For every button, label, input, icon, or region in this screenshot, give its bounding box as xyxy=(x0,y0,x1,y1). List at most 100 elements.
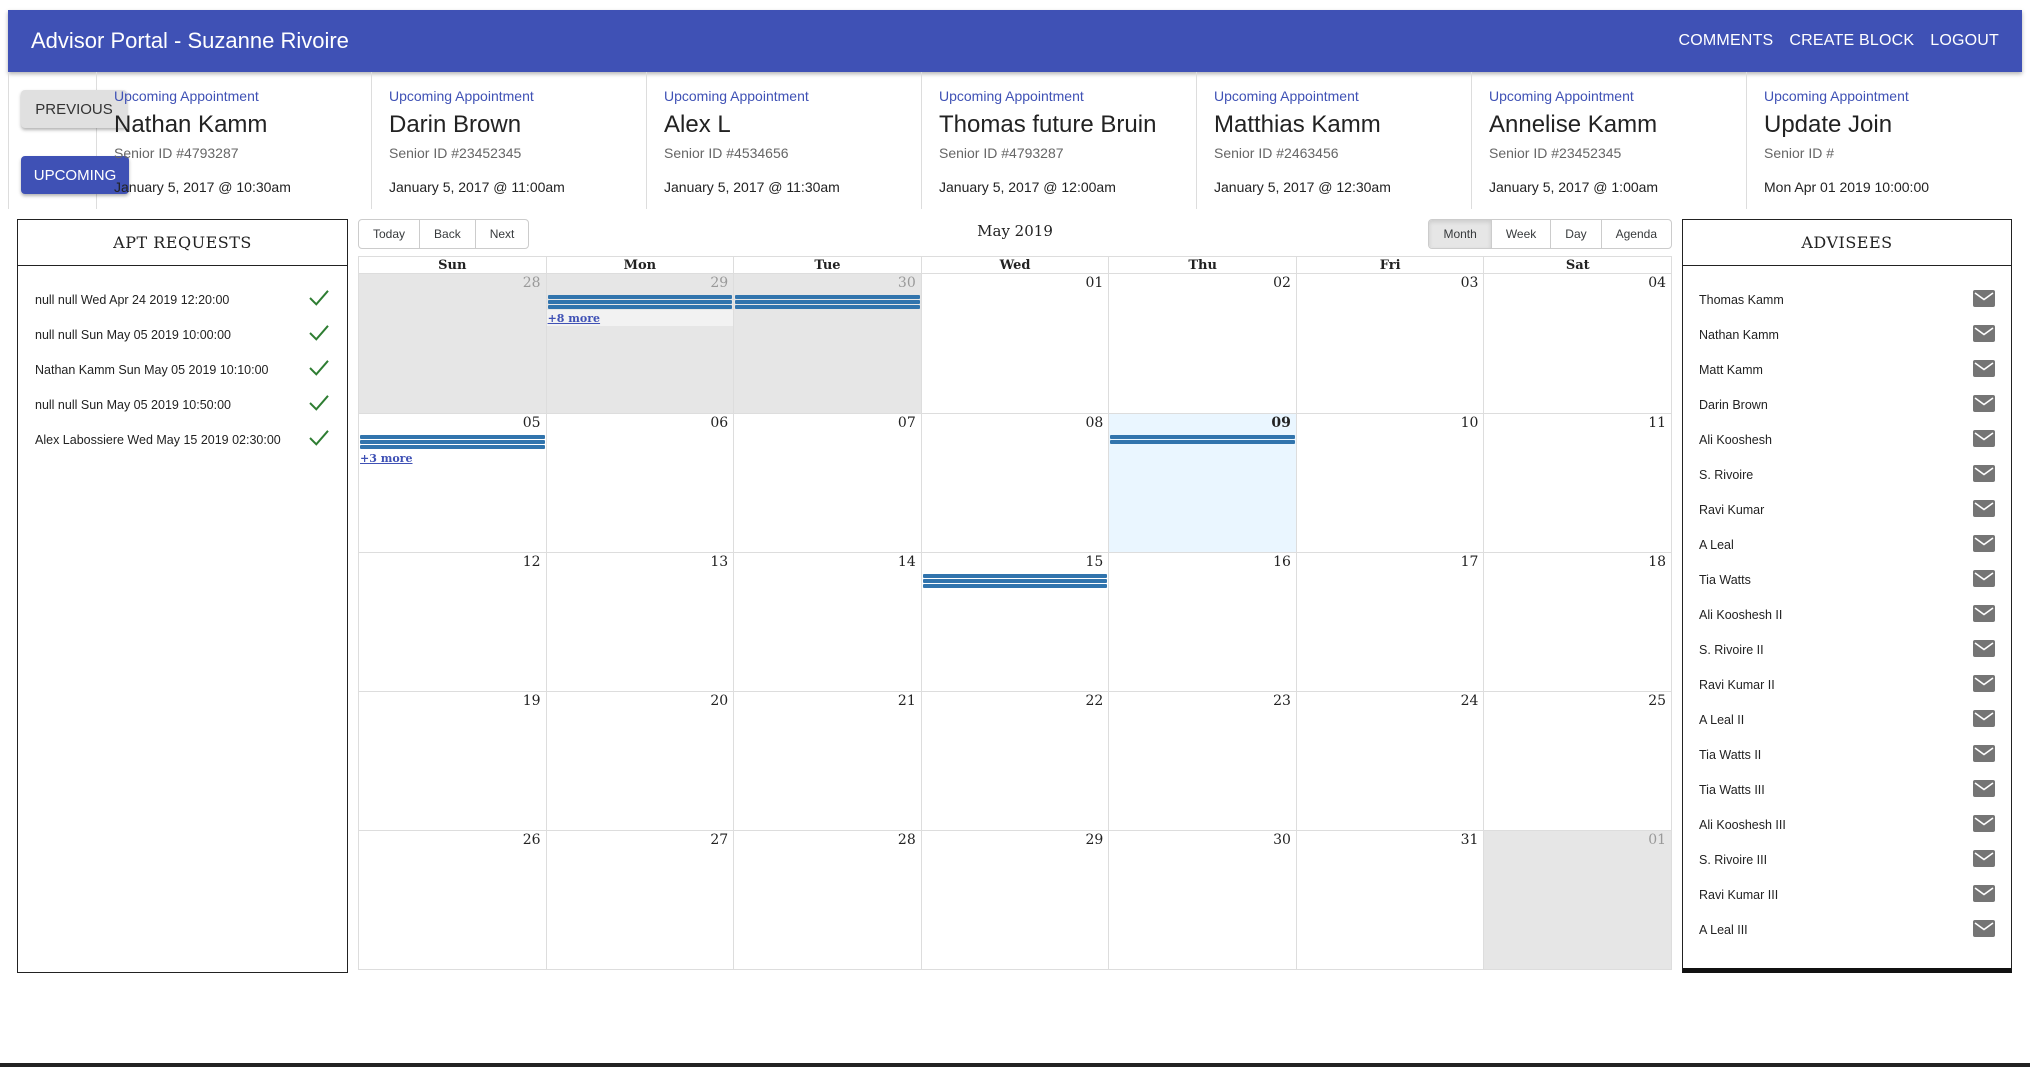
day-number[interactable]: 20 xyxy=(710,693,728,709)
advisee-item[interactable]: S. Rivoire xyxy=(1683,457,2011,492)
day-cell[interactable]: 20 xyxy=(545,692,734,830)
day-cell[interactable]: 10 xyxy=(1295,414,1484,552)
day-number[interactable]: 14 xyxy=(898,554,916,570)
day-cell[interactable]: 24 xyxy=(1295,692,1484,830)
day-cell[interactable]: 29 +8 more xyxy=(545,274,734,413)
mail-icon[interactable] xyxy=(1973,674,1995,695)
day-number[interactable]: 04 xyxy=(1648,275,1666,291)
advisee-item[interactable]: S. Rivoire II xyxy=(1683,632,2011,667)
mail-icon[interactable] xyxy=(1973,464,1995,485)
mail-icon[interactable] xyxy=(1973,604,1995,625)
calendar-event[interactable] xyxy=(1110,440,1295,444)
day-cell[interactable]: 01 xyxy=(920,274,1109,413)
day-cell[interactable]: 21 xyxy=(733,692,921,830)
day-number[interactable]: 28 xyxy=(523,275,541,291)
day-cell[interactable]: 26 xyxy=(359,831,546,969)
day-number[interactable]: 12 xyxy=(523,554,541,570)
day-number[interactable]: 26 xyxy=(523,832,541,848)
mail-icon[interactable] xyxy=(1973,429,1995,450)
calendar-event[interactable] xyxy=(360,435,545,439)
calendar-event[interactable] xyxy=(735,300,920,304)
advisee-item[interactable]: Thomas Kamm xyxy=(1683,282,2011,317)
day-cell[interactable]: 29 xyxy=(920,831,1109,969)
day-number[interactable]: 31 xyxy=(1461,832,1479,848)
day-number[interactable]: 30 xyxy=(1273,832,1291,848)
mail-icon[interactable] xyxy=(1973,919,1995,940)
day-cell[interactable]: 12 xyxy=(359,553,546,691)
approve-check-icon[interactable] xyxy=(308,289,330,310)
advisee-item[interactable]: Ravi Kumar III xyxy=(1683,877,2011,912)
approve-check-icon[interactable] xyxy=(308,394,330,415)
day-number[interactable]: 02 xyxy=(1273,275,1291,291)
day-number[interactable]: 15 xyxy=(1085,554,1103,570)
advisee-item[interactable]: Matt Kamm xyxy=(1683,352,2011,387)
mail-icon[interactable] xyxy=(1973,814,1995,835)
calendar-event[interactable] xyxy=(922,584,1108,588)
advisee-item[interactable]: Ravi Kumar xyxy=(1683,492,2011,527)
show-more-link[interactable]: +3 more xyxy=(360,452,412,465)
appointment-card[interactable]: Upcoming Appointment Thomas future Bruin S… xyxy=(922,72,1197,209)
day-cell[interactable]: 19 xyxy=(359,692,546,830)
mail-icon[interactable] xyxy=(1973,744,1995,765)
appointment-card[interactable]: Upcoming Appointment Annelise Kamm Senior … xyxy=(1472,72,1747,209)
mail-icon[interactable] xyxy=(1973,394,1995,415)
day-cell[interactable]: 04 xyxy=(1483,274,1671,413)
day-number[interactable]: 19 xyxy=(523,693,541,709)
day-cell[interactable]: 01 xyxy=(1483,831,1672,969)
mail-icon[interactable] xyxy=(1973,884,1995,905)
day-cell[interactable]: 23 xyxy=(1108,692,1296,830)
day-number[interactable]: 29 xyxy=(710,275,728,291)
day-number[interactable]: 01 xyxy=(1085,275,1103,291)
day-number[interactable]: 28 xyxy=(898,832,916,848)
day-cell[interactable]: 11 xyxy=(1483,414,1671,552)
logout-button[interactable]: LOGOUT xyxy=(1930,32,1999,50)
advisee-item[interactable]: Darin Brown xyxy=(1683,387,2011,422)
calendar-event[interactable] xyxy=(547,300,733,304)
advisee-item[interactable]: A Leal III xyxy=(1683,912,2011,947)
mail-icon[interactable] xyxy=(1973,849,1995,870)
day-cell[interactable]: 25 xyxy=(1483,692,1671,830)
day-number[interactable]: 07 xyxy=(898,415,916,431)
day-number[interactable]: 23 xyxy=(1273,693,1291,709)
advisee-item[interactable]: A Leal II xyxy=(1683,702,2011,737)
day-cell[interactable]: 05 +3 more xyxy=(359,414,546,552)
day-cell[interactable]: 08 xyxy=(920,414,1109,552)
day-cell[interactable]: 07 xyxy=(733,414,921,552)
advisee-item[interactable]: Tia Watts xyxy=(1683,562,2011,597)
day-number[interactable]: 22 xyxy=(1085,693,1103,709)
mail-icon[interactable] xyxy=(1973,324,1995,345)
calendar-event[interactable] xyxy=(547,305,733,309)
appointment-card[interactable]: Upcoming Appointment Nathan Kamm Senior ID… xyxy=(97,72,372,209)
mail-icon[interactable] xyxy=(1973,289,1995,310)
day-cell[interactable]: 28 xyxy=(733,831,921,969)
day-cell[interactable]: 03 xyxy=(1295,274,1484,413)
mail-icon[interactable] xyxy=(1973,534,1995,555)
mail-icon[interactable] xyxy=(1973,709,1995,730)
day-cell[interactable]: 16 xyxy=(1108,553,1296,691)
advisee-item[interactable]: A Leal xyxy=(1683,527,2011,562)
day-cell[interactable]: 22 xyxy=(920,692,1109,830)
calendar-event[interactable] xyxy=(1110,435,1295,439)
day-number[interactable]: 17 xyxy=(1461,554,1479,570)
appointment-card[interactable]: Upcoming Appointment Alex L Senior ID #453… xyxy=(647,72,922,209)
day-number[interactable]: 01 xyxy=(1648,832,1666,848)
day-cell[interactable]: 30 xyxy=(733,274,921,413)
day-cell[interactable]: 18 xyxy=(1483,553,1671,691)
day-number[interactable]: 29 xyxy=(1085,832,1103,848)
calendar-event[interactable] xyxy=(360,440,545,444)
calendar-event[interactable] xyxy=(360,445,545,449)
advisee-item[interactable]: Ali Kooshesh xyxy=(1683,422,2011,457)
agenda-view-button[interactable]: Agenda xyxy=(1602,220,1671,248)
day-cell[interactable]: 17 xyxy=(1295,553,1484,691)
approve-check-icon[interactable] xyxy=(308,324,330,345)
day-number[interactable]: 13 xyxy=(710,554,728,570)
calendar-event[interactable] xyxy=(922,579,1108,583)
day-cell[interactable]: 28 xyxy=(359,274,546,413)
day-number[interactable]: 18 xyxy=(1648,554,1666,570)
calendar-event[interactable] xyxy=(735,305,920,309)
day-cell[interactable]: 15 xyxy=(920,553,1109,691)
day-cell[interactable]: 09 xyxy=(1108,414,1296,552)
day-number[interactable]: 21 xyxy=(898,693,916,709)
appointment-card[interactable]: Upcoming Appointment Update Join Senior ID… xyxy=(1747,72,2022,209)
day-number[interactable]: 06 xyxy=(710,415,728,431)
